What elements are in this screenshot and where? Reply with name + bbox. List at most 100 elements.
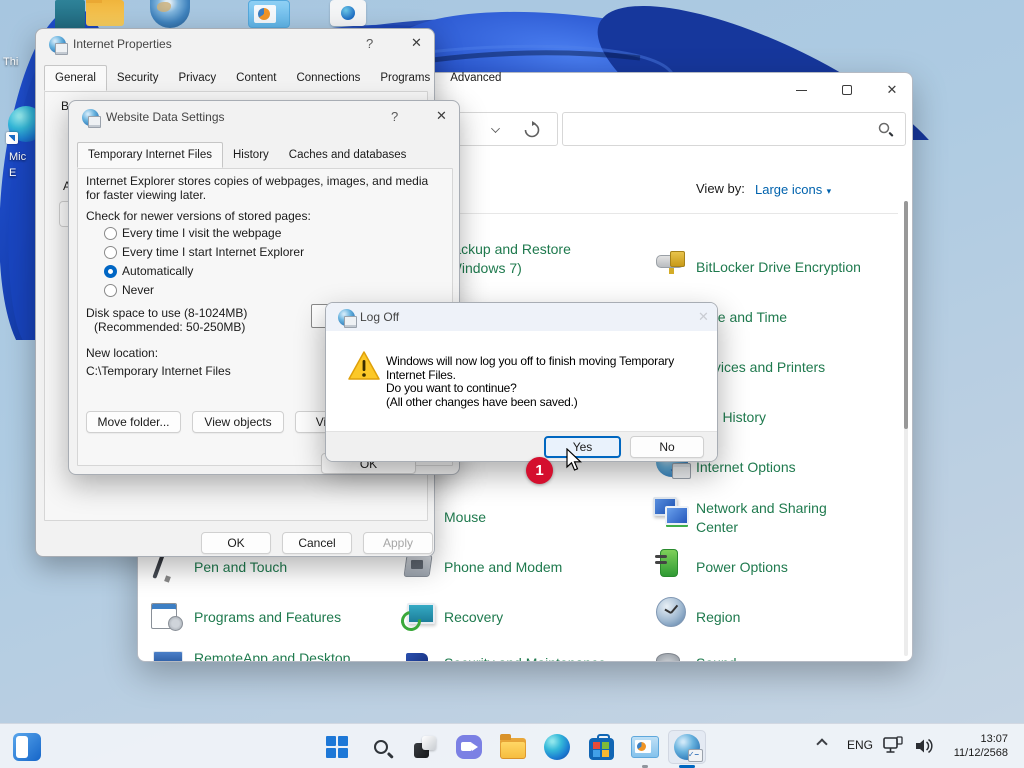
- folder-icon[interactable]: [86, 0, 124, 26]
- region-icon[interactable]: [656, 597, 686, 627]
- cp-item-phone-modem[interactable]: Phone and Modem: [444, 558, 562, 577]
- sound-icon[interactable]: [656, 653, 680, 662]
- apply-button[interactable]: Apply: [363, 532, 433, 554]
- radio-every-visit[interactable]: [104, 227, 117, 240]
- radio-never[interactable]: [104, 284, 117, 297]
- chat-camera-icon: [456, 735, 482, 759]
- help-button[interactable]: ?: [366, 36, 373, 51]
- tab-advanced[interactable]: Advanced: [440, 67, 511, 90]
- tab-general[interactable]: General: [44, 65, 107, 91]
- search-button[interactable]: [364, 730, 398, 764]
- view-mode-dropdown[interactable]: Large icons ▾: [755, 181, 831, 199]
- radio-every-start-label[interactable]: Every time I start Internet Explorer: [122, 245, 304, 259]
- tab-security[interactable]: Security: [107, 67, 169, 90]
- close-button[interactable]: ✕: [869, 75, 913, 105]
- cp-item-region[interactable]: Region: [696, 608, 740, 627]
- minimize-button[interactable]: [778, 75, 824, 105]
- cp-item-remoteapp[interactable]: RemoteApp and Desktop: [194, 649, 350, 662]
- control-panel-taskbar-button[interactable]: [628, 730, 662, 764]
- description-line2: for faster viewing later.: [86, 188, 206, 202]
- tab-connections[interactable]: Connections: [286, 67, 370, 90]
- language-indicator[interactable]: ENG: [847, 738, 873, 752]
- chat-button[interactable]: [452, 730, 486, 764]
- network-icon[interactable]: [882, 736, 904, 756]
- cp-item-programs-features[interactable]: Programs and Features: [194, 608, 341, 627]
- recovery-icon[interactable]: [401, 601, 435, 631]
- control-panel-icon[interactable]: [248, 0, 290, 28]
- help-button[interactable]: ?: [391, 109, 398, 124]
- internet-properties-taskbar-button[interactable]: ✓–: [668, 730, 706, 764]
- edge-button[interactable]: [540, 730, 574, 764]
- volume-icon[interactable]: [913, 736, 935, 756]
- message-line: Do you want to continue?: [386, 382, 674, 396]
- cp-item-security-maintenance[interactable]: Security and Maintenance: [444, 654, 606, 662]
- chevron-down-icon[interactable]: [491, 124, 500, 133]
- control-panel-icon: [631, 736, 659, 758]
- close-button[interactable]: ✕: [436, 108, 447, 124]
- no-button[interactable]: No: [630, 436, 704, 458]
- cp-item-mouse[interactable]: Mouse: [444, 508, 486, 527]
- cp-item-power-options[interactable]: Power Options: [696, 558, 788, 577]
- log-off-message: Windows will now log you off to finish m…: [386, 355, 674, 409]
- radio-every-visit-label[interactable]: Every time I visit the webpage: [122, 226, 281, 240]
- radio-automatically-label[interactable]: Automatically: [122, 264, 193, 278]
- power-options-icon[interactable]: [656, 547, 688, 577]
- disk-space-label: Disk space to use (8-1024MB): [86, 306, 247, 320]
- bitlocker-icon[interactable]: [656, 247, 690, 275]
- tray-chevron-button[interactable]: [818, 740, 826, 748]
- remoteapp-icon[interactable]: [153, 651, 183, 662]
- task-view-button[interactable]: [408, 730, 442, 764]
- annotation-step-badge: 1: [526, 457, 553, 484]
- cp-item-pen-touch[interactable]: Pen and Touch: [194, 558, 287, 577]
- search-box[interactable]: [562, 112, 906, 146]
- tab-content[interactable]: Content: [226, 67, 286, 90]
- taskbar: ✓– ENG 13:07 11/12/2568: [0, 723, 1024, 768]
- clock[interactable]: 13:07 11/12/2568: [938, 732, 1008, 760]
- dialog-title: Internet Properties: [73, 37, 172, 51]
- new-location-value: C:\Temporary Internet Files: [86, 364, 231, 378]
- tab-caches-databases[interactable]: Caches and databases: [279, 144, 417, 167]
- internet-properties-icon: [49, 36, 66, 53]
- store-icon: [589, 738, 614, 760]
- ok-button[interactable]: OK: [201, 532, 271, 554]
- tab-strip: Temporary Internet Files History Caches …: [77, 142, 416, 167]
- move-folder-button[interactable]: Move folder...: [86, 411, 181, 433]
- file-explorer-button[interactable]: [496, 730, 530, 764]
- log-off-icon: [338, 309, 355, 326]
- refresh-icon[interactable]: [523, 121, 541, 139]
- search-icon: [374, 740, 388, 754]
- tab-temporary-internet-files[interactable]: Temporary Internet Files: [77, 142, 223, 168]
- maximize-button[interactable]: [824, 75, 870, 105]
- tab-programs[interactable]: Programs: [370, 67, 440, 90]
- radio-never-label[interactable]: Never: [122, 283, 154, 297]
- programs-features-icon[interactable]: [151, 601, 183, 631]
- folder-icon: [500, 738, 526, 759]
- scrollbar-thumb[interactable]: [904, 201, 908, 429]
- start-button[interactable]: [320, 730, 354, 764]
- view-objects-button[interactable]: View objects: [192, 411, 284, 433]
- cp-item-backup-restore[interactable]: Backup and Restore (Windows 7): [444, 240, 571, 278]
- description-line1: Internet Explorer stores copies of webpa…: [86, 174, 428, 188]
- security-maintenance-icon[interactable]: [406, 653, 428, 662]
- cp-item-bitlocker[interactable]: BitLocker Drive Encryption: [696, 258, 861, 277]
- network-sharing-icon[interactable]: [653, 497, 689, 527]
- check-newer-label: Check for newer versions of stored pages…: [86, 209, 311, 223]
- edge-icon: [544, 734, 570, 760]
- message-line: Windows will now log you off to finish m…: [386, 355, 674, 369]
- store-button[interactable]: [584, 730, 618, 764]
- close-button[interactable]: ✕: [411, 35, 422, 51]
- time: 13:07: [938, 732, 1008, 746]
- cp-item-sound[interactable]: Sound: [696, 654, 736, 662]
- cp-item-network-sharing[interactable]: Network and Sharing Center: [696, 499, 827, 537]
- cancel-button[interactable]: Cancel: [282, 532, 352, 554]
- tab-privacy[interactable]: Privacy: [168, 67, 226, 90]
- radio-automatically[interactable]: [104, 265, 117, 278]
- app-tile-icon[interactable]: [330, 0, 366, 26]
- cp-item-recovery[interactable]: Recovery: [444, 608, 503, 627]
- tab-history[interactable]: History: [223, 144, 279, 167]
- widgets-button[interactable]: [10, 730, 44, 764]
- new-location-label: New location:: [86, 346, 158, 360]
- shortcut-arrow-icon: [6, 132, 18, 144]
- dialog-title: Website Data Settings: [106, 110, 225, 124]
- radio-every-start[interactable]: [104, 246, 117, 259]
